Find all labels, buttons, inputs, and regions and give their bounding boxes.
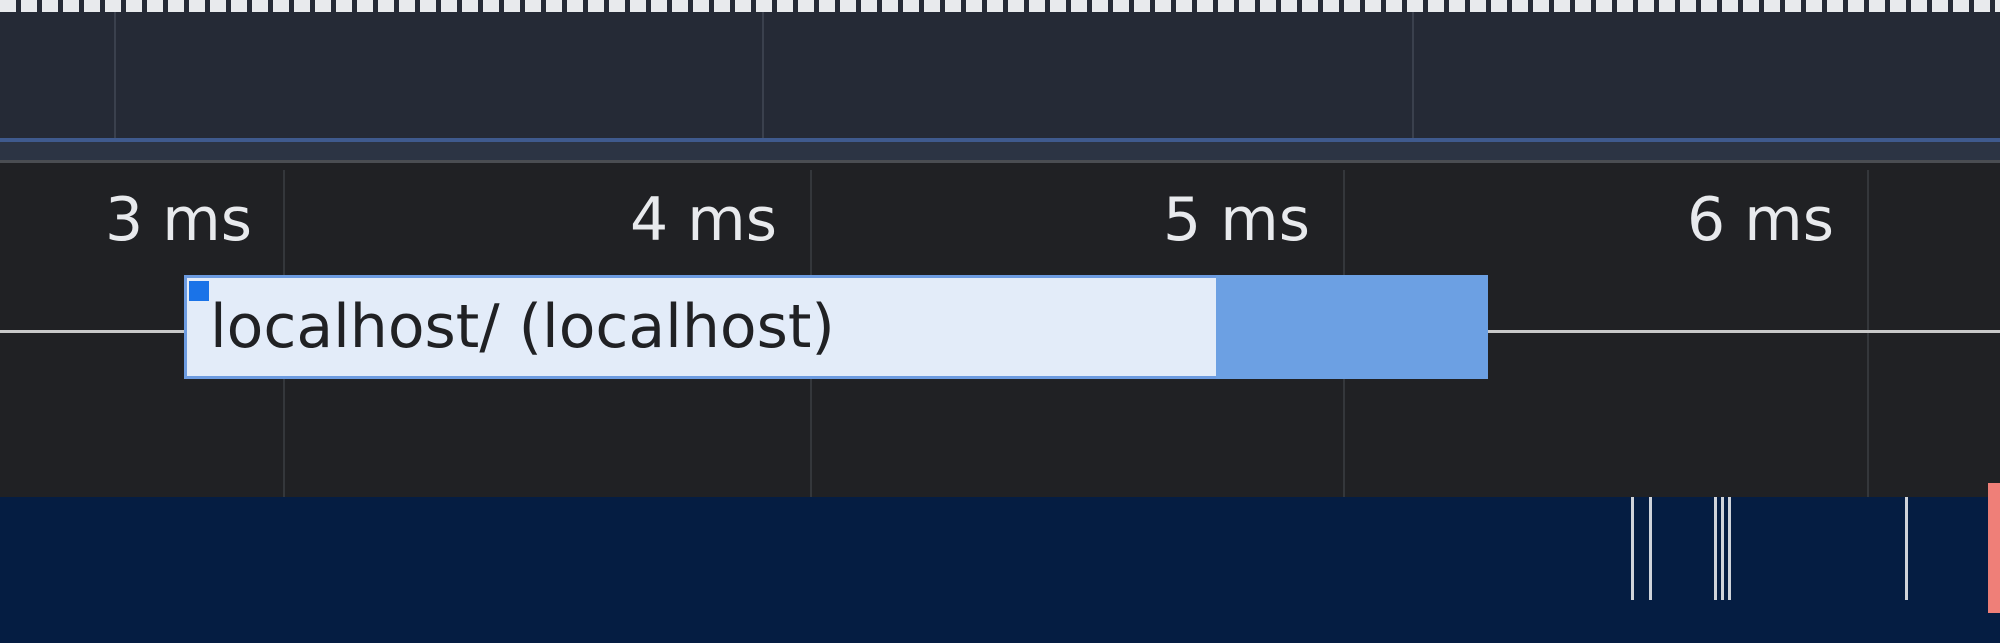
- frame-tick: [1905, 497, 1908, 600]
- frame-tick: [1649, 497, 1652, 600]
- ruler-tick-label: 6 ms: [1687, 185, 1834, 255]
- network-request-label: localhost/ (localhost): [210, 292, 835, 362]
- overview-selection-shade: [0, 142, 2000, 160]
- frame-end-marker: [1988, 483, 2000, 613]
- timeline-overview[interactable]: [0, 0, 2000, 163]
- performance-timeline[interactable]: 3 ms 4 ms 5 ms 6 ms localhost/ (localhos…: [0, 0, 2000, 643]
- ruler-tick-label: 5 ms: [1163, 185, 1310, 255]
- ruler-tick-label: 4 ms: [630, 185, 777, 255]
- request-wait-line: [0, 330, 185, 333]
- frame-tick: [1721, 497, 1724, 600]
- request-priority-marker: [189, 281, 209, 301]
- ruler-tick-label: 3 ms: [105, 185, 252, 255]
- request-wait-line: [1488, 330, 2000, 333]
- frame-tick: [1714, 497, 1717, 600]
- frame-tick: [1728, 497, 1731, 600]
- network-request-receive-segment[interactable]: [1216, 275, 1488, 379]
- overview-tick-strip: [0, 0, 2000, 12]
- frame-tick: [1631, 497, 1634, 600]
- frames-track[interactable]: [0, 497, 2000, 643]
